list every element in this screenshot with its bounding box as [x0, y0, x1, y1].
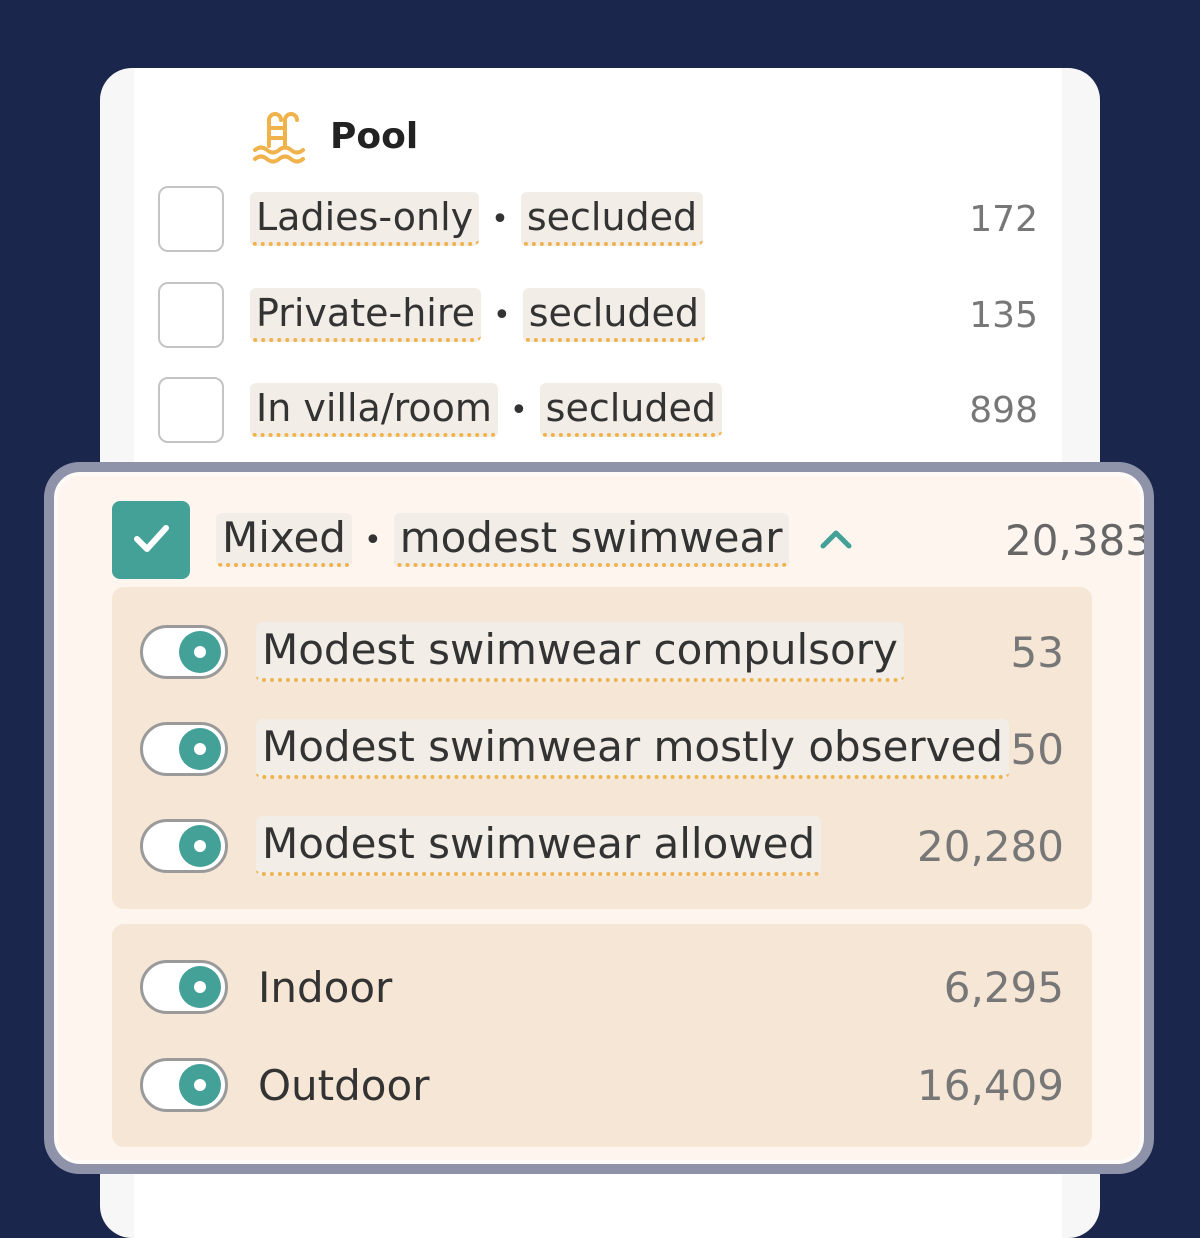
option-tag-attire: modest swimwear — [393, 513, 789, 567]
separator-dot: • — [363, 522, 382, 558]
option-tag-type: Ladies-only — [250, 192, 480, 246]
separator-dot: • — [509, 392, 528, 428]
pool-section-header: Pool — [248, 106, 418, 166]
option-row-ladies-only[interactable]: Ladies-only • secluded 172 — [158, 184, 1038, 254]
pool-title: Pool — [330, 115, 419, 157]
checkmark-icon — [129, 516, 173, 564]
modesty-subgroup: Modest swimwear compulsory 53 Modest swi… — [112, 587, 1092, 909]
indoor-toggle[interactable] — [140, 960, 228, 1014]
option-tag-privacy: secluded — [520, 192, 704, 246]
toggle-knob — [179, 825, 221, 867]
option-row-mixed[interactable]: Mixed • modest swimwear 20,383 — [112, 500, 1152, 580]
in-villa-room-checkbox[interactable] — [158, 377, 224, 443]
suboption-count: 53 — [1010, 627, 1064, 677]
private-hire-checkbox[interactable] — [158, 282, 224, 348]
option-tag-type: Mixed — [216, 513, 352, 567]
suboption-count: 20,280 — [917, 821, 1064, 871]
suboption-modest-compulsory[interactable]: Modest swimwear compulsory 53 — [140, 617, 1064, 687]
suboption-label: Modest swimwear allowed — [256, 816, 822, 876]
option-tag-type: Private-hire — [250, 288, 482, 342]
toggle-knob — [179, 728, 221, 770]
chevron-up-icon[interactable] — [819, 523, 853, 558]
suboption-indoor[interactable]: Indoor 6,295 — [140, 952, 1064, 1022]
option-count: 898 — [969, 389, 1038, 431]
toggle-knob — [179, 631, 221, 673]
suboption-count: 6,295 — [943, 962, 1064, 1012]
suboption-modest-allowed[interactable]: Modest swimwear allowed 20,280 — [140, 811, 1064, 881]
separator-dot: • — [491, 201, 509, 237]
toggle-knob — [179, 1064, 221, 1106]
suboption-modest-mostly-observed[interactable]: Modest swimwear mostly observed 50 — [140, 714, 1064, 784]
option-tag-type: In villa/room — [250, 383, 498, 437]
suboption-label: Outdoor — [258, 1060, 430, 1110]
option-tag-privacy: secluded — [522, 288, 706, 342]
option-row-private-hire[interactable]: Private-hire • secluded 135 — [158, 280, 1038, 350]
option-count: 135 — [969, 294, 1038, 336]
mixed-modest-swimwear-group: Mixed • modest swimwear 20,383 Modest sw… — [44, 462, 1154, 1174]
mixed-checkbox[interactable] — [112, 501, 190, 579]
separator-dot: • — [493, 297, 511, 333]
suboption-label: Modest swimwear compulsory — [256, 622, 904, 682]
suboption-outdoor[interactable]: Outdoor 16,409 — [140, 1050, 1064, 1120]
option-tag-privacy: secluded — [539, 383, 722, 437]
pool-ladder-icon — [248, 105, 310, 167]
ladies-only-checkbox[interactable] — [158, 186, 224, 252]
location-subgroup: Indoor 6,295 Outdoor 16,409 — [112, 924, 1092, 1147]
modest-allowed-toggle[interactable] — [140, 819, 228, 873]
option-row-in-villa-room[interactable]: In villa/room • secluded 898 — [158, 375, 1038, 445]
suboption-count: 50 — [1010, 724, 1064, 774]
suboption-count: 16,409 — [917, 1060, 1064, 1110]
modest-mostly-observed-toggle[interactable] — [140, 722, 228, 776]
option-count: 172 — [969, 198, 1038, 240]
outdoor-toggle[interactable] — [140, 1058, 228, 1112]
modest-compulsory-toggle[interactable] — [140, 625, 228, 679]
suboption-label: Indoor — [258, 962, 393, 1012]
mixed-count: 20,383 — [1005, 515, 1152, 565]
suboption-label: Modest swimwear mostly observed — [256, 719, 1010, 779]
toggle-knob — [179, 966, 221, 1008]
